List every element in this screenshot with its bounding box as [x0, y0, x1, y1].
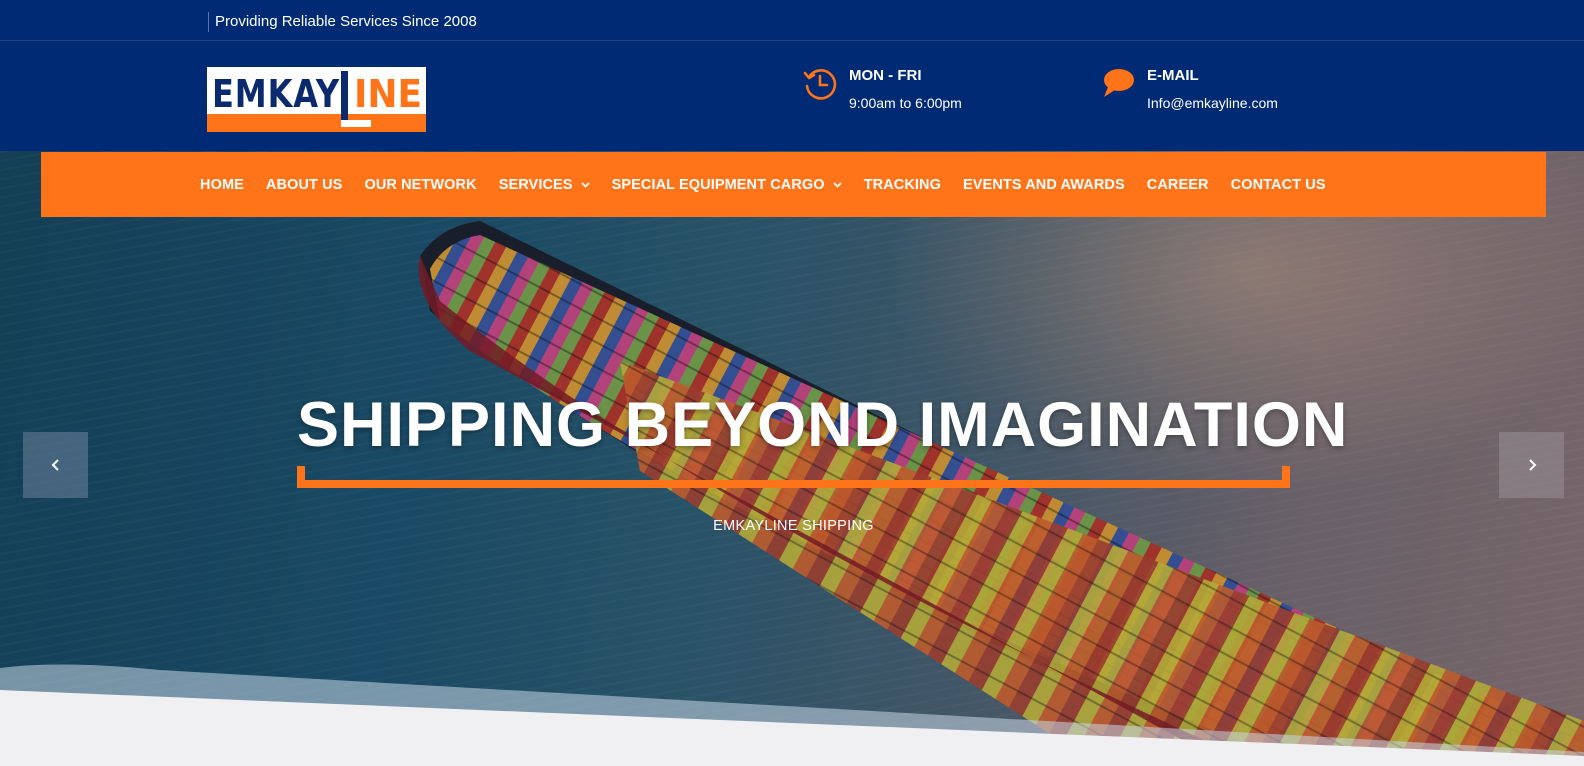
nav-our-network[interactable]: OUR NETWORK: [364, 177, 476, 193]
nav-contact-us-label: CONTACT US: [1230, 176, 1326, 193]
nav-our-network-label: OUR NETWORK: [364, 176, 477, 193]
nav-career-label: CAREER: [1146, 176, 1209, 193]
chevron-down-icon: [580, 181, 590, 188]
chat-bubble-icon: [1104, 69, 1134, 97]
section-divider: [0, 664, 1584, 766]
nav-home-label: HOME: [200, 176, 244, 193]
svg-text:EMKAY: EMKAY: [212, 72, 340, 116]
nav-special-equipment-cargo[interactable]: SPECIAL EQUIPMENT CARGO: [612, 177, 842, 193]
slider-prev-button[interactable]: [23, 432, 88, 498]
email-address[interactable]: Info@emkayline.com: [1147, 95, 1278, 111]
nav-home[interactable]: HOME: [200, 177, 244, 193]
nav-special-equipment-cargo-label: SPECIAL EQUIPMENT CARGO: [611, 176, 825, 193]
page: Providing Reliable Services Since 2008 E…: [0, 0, 1584, 766]
main-nav: HOME ABOUT US OUR NETWORK SERVICES SPECI…: [41, 152, 1546, 217]
slider-next-button[interactable]: [1499, 432, 1564, 498]
chevron-right-icon: [1528, 459, 1536, 471]
svg-text:INE: INE: [354, 72, 422, 116]
tagline: Providing Reliable Services Since 2008: [208, 12, 477, 32]
hero-headline: SHIPPING BEYOND IMAGINATION: [297, 390, 1349, 460]
nav-about-us[interactable]: ABOUT US: [266, 177, 343, 193]
nav-career[interactable]: CAREER: [1147, 177, 1209, 193]
hours-title: MON - FRI: [849, 67, 922, 84]
emkayline-logo[interactable]: EMKAY INE: [207, 67, 426, 132]
headline-underline: [297, 466, 1290, 488]
chevron-down-icon: [833, 181, 842, 188]
site-header: EMKAY INE MON - FRI 9:00am to 6:00pm E-M…: [0, 41, 1584, 151]
nav-services-label: SERVICES: [498, 176, 573, 193]
nav-events-and-awards-label: EVENTS AND AWARDS: [963, 176, 1125, 193]
clock-history-icon: [803, 69, 837, 100]
nav-about-us-label: ABOUT US: [265, 176, 343, 193]
email-title: E-MAIL: [1147, 67, 1199, 84]
nav-services[interactable]: SERVICES: [499, 177, 590, 193]
hours-value: 9:00am to 6:00pm: [849, 95, 962, 111]
top-bar: Providing Reliable Services Since 2008: [0, 0, 1584, 41]
nav-tracking-label: TRACKING: [863, 176, 942, 193]
nav-contact-us[interactable]: CONTACT US: [1231, 177, 1326, 193]
nav-tracking[interactable]: TRACKING: [864, 177, 941, 193]
nav-events-and-awards[interactable]: EVENTS AND AWARDS: [963, 177, 1125, 193]
hero-subtitle: EMKAYLINE SHIPPING: [713, 518, 874, 534]
chevron-left-icon: [51, 459, 59, 471]
